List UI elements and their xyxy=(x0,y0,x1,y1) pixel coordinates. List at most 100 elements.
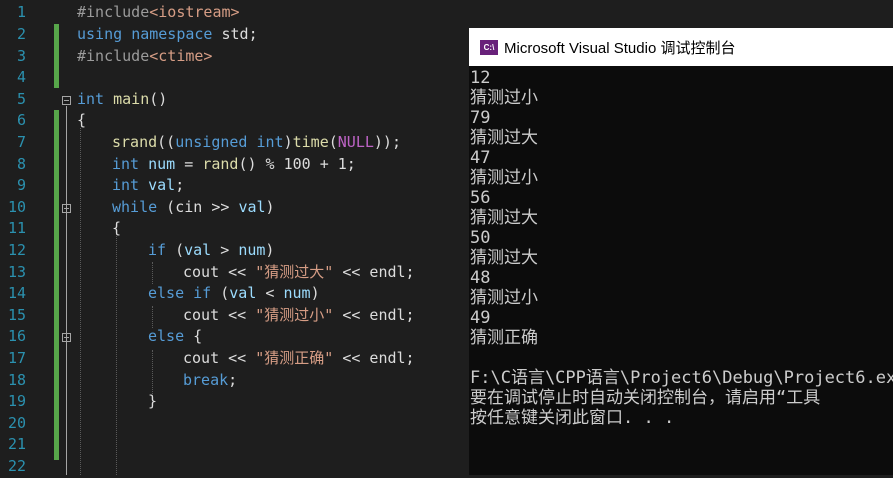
code-line-1[interactable]: #include<iostream> xyxy=(77,2,240,24)
console-output-line: 49 xyxy=(470,308,491,328)
code-line-13[interactable]: cout << "猜测过大" << endl; xyxy=(183,262,415,284)
code-line-15[interactable]: cout << "猜测过小" << endl; xyxy=(183,305,415,327)
code-token: ) xyxy=(265,198,275,216)
code-token: num xyxy=(139,155,176,173)
code-token: else xyxy=(148,327,185,345)
line-number: 3 xyxy=(16,47,26,65)
code-token: ( xyxy=(211,284,230,302)
code-token: << endl; xyxy=(333,263,415,281)
console-output-line: 猜测过大 xyxy=(470,248,538,268)
code-line-5[interactable]: int main() xyxy=(77,89,167,111)
code-token: ( xyxy=(328,133,338,151)
line-number: 5 xyxy=(16,90,26,108)
code-token: int xyxy=(112,176,140,194)
code-line-12[interactable]: if (val > num) xyxy=(148,240,274,262)
line-number: 7 xyxy=(16,133,26,151)
code-token: num xyxy=(283,284,311,302)
code-token: ; xyxy=(175,176,185,194)
code-token: ( xyxy=(166,241,185,259)
console-output[interactable]: 12 猜测过小 79 猜测过大 47 猜测过小 56 猜测过大 50 猜测过大 48 猜测过小 49 猜测… xyxy=(470,68,893,428)
code-token: #include xyxy=(77,3,150,21)
line-number: 1 xyxy=(16,3,26,21)
debug-console-window[interactable]: C:\ Microsoft Visual Studio 调试控制台 12 猜测过小… xyxy=(469,28,893,475)
line-number: 9 xyxy=(16,176,26,194)
code-token: < xyxy=(256,284,284,302)
code-token: val xyxy=(229,284,257,302)
code-token: { xyxy=(184,327,203,345)
collapse-while-icon[interactable] xyxy=(62,204,71,213)
line-number: 4 xyxy=(16,68,26,86)
line-number: 13 xyxy=(7,263,26,281)
code-line-16[interactable]: else { xyxy=(148,326,202,348)
code-token: = xyxy=(175,155,203,173)
code-token: "猜测正确" xyxy=(255,349,334,367)
code-line-19[interactable]: } xyxy=(148,391,157,413)
indent-guide xyxy=(152,350,153,394)
code-token: else if xyxy=(148,284,212,302)
indent-guide xyxy=(80,128,81,475)
code-token: rand xyxy=(202,155,239,173)
collapse-main-icon[interactable] xyxy=(62,96,71,105)
code-token: cout << xyxy=(183,263,256,281)
line-number: 2 xyxy=(16,25,26,43)
line-number: 12 xyxy=(7,241,26,259)
code-token: NULL xyxy=(337,133,374,151)
code-token: int xyxy=(112,155,140,173)
code-token: ) xyxy=(265,241,275,259)
code-token: (cin >> xyxy=(157,198,239,216)
console-output-line: 56 xyxy=(470,188,491,208)
code-token: cout << xyxy=(183,349,256,367)
code-token: << endl; xyxy=(333,349,415,367)
console-output-line: 47 xyxy=(470,148,491,168)
collapse-else-icon[interactable] xyxy=(62,333,71,342)
code-token: ; xyxy=(228,371,238,389)
code-line-6[interactable]: { xyxy=(77,110,86,132)
change-indicator-bar xyxy=(54,24,59,88)
line-number: 22 xyxy=(7,457,26,475)
code-line-8[interactable]: int num = rand() % 100 + 1; xyxy=(112,154,356,176)
code-line-11[interactable]: { xyxy=(112,218,121,240)
console-title-bar[interactable]: C:\ Microsoft Visual Studio 调试控制台 xyxy=(469,28,893,66)
console-window-title: Microsoft Visual Studio 调试控制台 xyxy=(504,39,736,57)
code-line-10[interactable]: while (cin >> val) xyxy=(112,197,275,219)
code-line-3[interactable]: #include<ctime> xyxy=(77,46,212,68)
line-number: 15 xyxy=(7,306,26,324)
code-line-18[interactable]: break; xyxy=(183,370,237,392)
console-output-line: 猜测过小 xyxy=(470,168,538,188)
change-indicator-bar xyxy=(54,110,59,460)
line-number: 21 xyxy=(7,435,26,453)
console-output-line: 猜测过大 xyxy=(470,208,538,228)
code-line-7[interactable]: srand((unsigned int)time(NULL)); xyxy=(112,132,401,154)
code-token: using xyxy=(77,25,123,43)
code-token: ) xyxy=(310,284,320,302)
console-output-line: 12 xyxy=(470,68,491,88)
line-number: 19 xyxy=(7,392,26,410)
code-token: #include xyxy=(77,47,150,65)
code-token: main xyxy=(104,90,150,108)
code-token: () % 100 + 1; xyxy=(238,155,356,173)
code-line-9[interactable]: int val; xyxy=(112,175,184,197)
console-output-line: 48 xyxy=(470,268,491,288)
console-output-line: 猜测过小 xyxy=(470,88,538,108)
line-number: 8 xyxy=(16,155,26,173)
code-line-2[interactable]: using namespace std; xyxy=(77,24,258,46)
code-token: "猜测过小" xyxy=(255,306,334,324)
code-token: ) xyxy=(283,133,293,151)
console-output-line: 猜测过大 xyxy=(470,128,538,148)
code-token: srand xyxy=(112,133,158,151)
indent-guide xyxy=(116,236,117,475)
code-token: val xyxy=(238,198,266,216)
code-token: val xyxy=(139,176,176,194)
line-number: 14 xyxy=(7,284,26,302)
code-token: << endl; xyxy=(333,306,415,324)
console-output-line: 79 xyxy=(470,108,491,128)
line-number: 11 xyxy=(7,219,26,237)
indent-guide xyxy=(152,306,153,328)
code-line-17[interactable]: cout << "猜测正确" << endl; xyxy=(183,348,415,370)
line-number: 20 xyxy=(7,414,26,432)
code-token: unsigned int xyxy=(175,133,284,151)
code-line-14[interactable]: else if (val < num) xyxy=(148,283,320,305)
code-token: namespace xyxy=(131,25,213,43)
console-output-line: F:\C语言\CPP语言\Project6\Debug\Project6.ex xyxy=(470,368,893,388)
